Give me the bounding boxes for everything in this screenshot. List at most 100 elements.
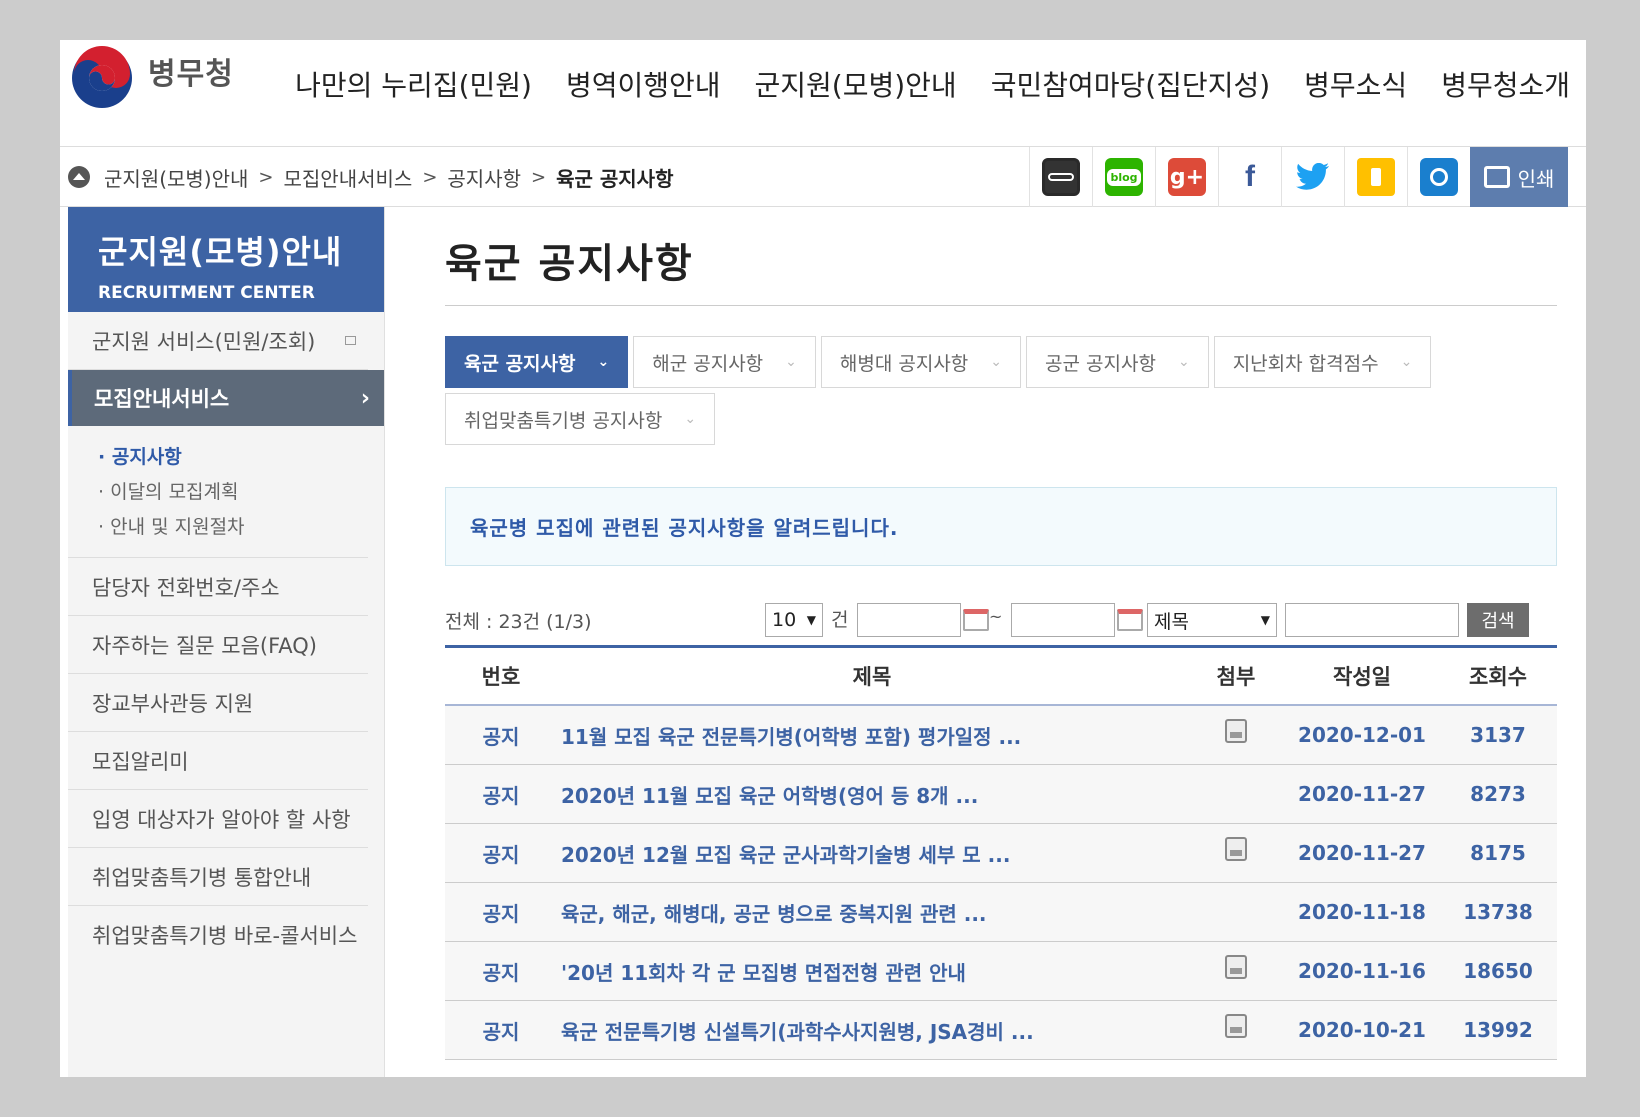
row-title-link[interactable]: 육군 전문특기병 신설특기(과학수사지원병, JSA경비 ... (557, 1016, 1187, 1045)
twitter-icon (1296, 163, 1329, 190)
row-views: 13738 (1463, 900, 1533, 924)
search-field-select[interactable]: 제목 ▼ (1147, 603, 1277, 637)
sidebar-item-label: 모집안내서비스 (94, 387, 230, 411)
sidebar-item-officer[interactable]: 장교부사관등 지원 (68, 674, 368, 732)
sidebar-item-contacts[interactable]: 담당자 전화번호/주소 (68, 558, 368, 616)
sidebar: 군지원(모병)안내 RECRUITMENT CENTER 군지원 서비스(민원/… (68, 207, 385, 1077)
row-title-link[interactable]: 육군, 해군, 해병대, 공군 병으로 중복지원 관련 ... (557, 898, 1187, 927)
share-band-button[interactable] (1029, 147, 1092, 207)
breadcrumb-separator: > (531, 166, 547, 188)
table-row[interactable]: 공지 '20년 11회차 각 군 모집병 면접전형 관련 안내 2020-11-16… (445, 942, 1557, 1001)
google-plus-icon: g+ (1168, 158, 1206, 196)
print-button[interactable]: 인쇄 (1470, 147, 1568, 207)
share-facebook-button[interactable]: f (1218, 147, 1281, 207)
sidebar-item-faq[interactable]: 자주하는 질문 모음(FAQ) (68, 616, 368, 674)
share-twitter-button[interactable] (1281, 147, 1344, 207)
submenu-item-notice[interactable]: · 공지사항 (98, 440, 368, 475)
attachment-file-icon[interactable] (1225, 955, 1247, 979)
page-size-select[interactable]: 10 ▼ (765, 603, 823, 637)
blog-icon: blog (1105, 158, 1143, 196)
nav-item-service[interactable]: 병역이행안내 (566, 64, 721, 104)
sidebar-item-enlistee[interactable]: 입영 대상자가 알아야 할 사항 (68, 790, 368, 848)
row-attachment (1187, 1014, 1285, 1038)
site-logo[interactable]: 병무청 (68, 44, 234, 112)
sidebar-item-recruit-info[interactable]: 모집안내서비스 › (68, 370, 384, 426)
sidebar-title: 군지원(모병)안내 (98, 233, 343, 271)
blog-icon-text: blog (1107, 168, 1141, 186)
share-kakaostory-button[interactable] (1344, 147, 1407, 207)
row-number: 공지 (482, 783, 520, 808)
row-attachment (1187, 719, 1285, 743)
sidebar-item-alarm[interactable]: 모집알리미 (68, 732, 368, 790)
attachment-file-icon[interactable] (1225, 837, 1247, 861)
table-row[interactable]: 공지 11월 모집 육군 전문특기병(어학병 포함) 평가일정 ... 2020-1… (445, 706, 1557, 765)
home-icon[interactable] (68, 166, 90, 188)
printer-icon (1483, 166, 1510, 188)
attachment-file-icon[interactable] (1225, 719, 1247, 743)
link-icon (1420, 158, 1458, 196)
submenu-item-plan[interactable]: · 이달의 모집계획 (98, 475, 368, 510)
start-date-input[interactable] (857, 603, 961, 637)
row-views: 8273 (1470, 782, 1526, 806)
share-link-button[interactable] (1407, 147, 1470, 207)
sidebar-item-job-guide[interactable]: 취업맞춤특기병 통합안내 (68, 848, 368, 906)
main-content: 육군 공지사항 육군 공지사항 ⌄ 해군 공지사항 ⌄ 해병대 공지사항 ⌄ 공군 공… (445, 207, 1557, 1060)
table-row[interactable]: 공지 2020년 12월 모집 육군 군사과학기술병 세부 모 ... 2020-1… (445, 824, 1557, 883)
breadcrumb-item[interactable]: 공지사항 (447, 163, 521, 192)
column-header-attach: 첨부 (1216, 665, 1256, 689)
taegeuk-logo-icon (72, 46, 132, 108)
column-header-date: 작성일 (1333, 665, 1391, 689)
breadcrumb-item[interactable]: 모집안내서비스 (284, 163, 413, 192)
nav-item-about[interactable]: 병무청소개 (1441, 64, 1570, 104)
table-row[interactable]: 공지 육군 전문특기병 신설특기(과학수사지원병, JSA경비 ... 2020-1… (445, 1001, 1557, 1060)
notice-table: 번호 제목 첨부 작성일 조회수 공지 11월 모집 육군 전문특기병(어학병 포… (445, 645, 1557, 1060)
submenu-label: 공지사항 (111, 446, 182, 468)
table-row[interactable]: 공지 2020년 11월 모집 육군 어학병(영어 등 8개 ... 2020-11… (445, 765, 1557, 824)
tab-navy[interactable]: 해군 공지사항 ⌄ (633, 336, 816, 388)
tab-army[interactable]: 육군 공지사항 ⌄ (445, 336, 629, 388)
search-input[interactable] (1285, 603, 1459, 637)
calendar-icon[interactable] (963, 609, 989, 643)
row-title-link[interactable]: 2020년 11월 모집 육군 어학병(영어 등 8개 ... (557, 780, 1187, 809)
share-blog-button[interactable]: blog (1092, 147, 1155, 207)
kakaostory-icon (1357, 158, 1395, 196)
tab-job-specialist[interactable]: 취업맞춤특기병 공지사항 ⌄ (445, 393, 716, 445)
sidebar-item-service[interactable]: 군지원 서비스(민원/조회) (68, 312, 368, 370)
tab-past-scores[interactable]: 지난회차 합격점수 ⌄ (1213, 336, 1432, 388)
chevron-down-icon: ⌄ (1177, 354, 1190, 370)
chevron-down-icon: ▼ (806, 613, 816, 627)
divider (445, 305, 1557, 306)
table-header: 번호 제목 첨부 작성일 조회수 (445, 648, 1557, 706)
tab-label: 육군 공지사항 (464, 352, 576, 375)
end-date-input[interactable] (1011, 603, 1115, 637)
breadcrumb-item[interactable]: 군지원(모병)안내 (104, 163, 248, 192)
row-title-link[interactable]: '20년 11회차 각 군 모집병 면접전형 관련 안내 (557, 957, 1187, 986)
tab-label: 해병대 공지사항 (839, 352, 969, 375)
row-date: 2020-11-18 (1298, 900, 1426, 924)
calendar-icon[interactable] (1117, 609, 1143, 643)
column-header-title: 제목 (852, 665, 892, 689)
sidebar-item-label: 군지원 서비스(민원/조회) (92, 329, 316, 354)
table-row[interactable]: 공지 육군, 해군, 해병대, 공군 병으로 중복지원 관련 ... 2020-11… (445, 883, 1557, 942)
row-title-link[interactable]: 2020년 12월 모집 육군 군사과학기술병 세부 모 ... (557, 839, 1187, 868)
sidebar-item-job-call[interactable]: 취업맞춤특기병 바로-콜서비스 (68, 906, 368, 964)
logo-text: 병무청 (148, 57, 234, 92)
share-google-plus-button[interactable]: g+ (1155, 147, 1218, 207)
row-title-link[interactable]: 11월 모집 육군 전문특기병(어학병 포함) 평가일정 ... (557, 721, 1187, 750)
nav-item-participation[interactable]: 국민참여마당(집단지성) (991, 64, 1270, 104)
submenu-item-procedure[interactable]: · 안내 및 지원절차 (98, 510, 368, 545)
nav-item-civil[interactable]: 나만의 누리집(민원) (295, 64, 532, 104)
tab-list: 육군 공지사항 ⌄ 해군 공지사항 ⌄ 해병대 공지사항 ⌄ 공군 공지사항 ⌄ 지난회… (445, 336, 1557, 450)
table-body: 공지 11월 모집 육군 전문특기병(어학병 포함) 평가일정 ... 2020-1… (445, 706, 1557, 1060)
band-icon (1042, 158, 1080, 196)
tab-marine[interactable]: 해병대 공지사항 ⌄ (820, 336, 1022, 388)
attachment-file-icon[interactable] (1225, 1014, 1247, 1038)
row-number: 공지 (482, 1019, 520, 1044)
search-field-value: 제목 (1154, 610, 1189, 633)
row-date: 2020-11-27 (1298, 782, 1426, 806)
nav-item-news[interactable]: 병무소식 (1304, 64, 1407, 104)
nav-item-recruit[interactable]: 군지원(모병)안내 (755, 64, 957, 104)
search-button[interactable]: 검색 (1467, 603, 1529, 637)
tab-airforce[interactable]: 공군 공지사항 ⌄ (1026, 336, 1209, 388)
tab-label: 해군 공지사항 (652, 352, 764, 375)
